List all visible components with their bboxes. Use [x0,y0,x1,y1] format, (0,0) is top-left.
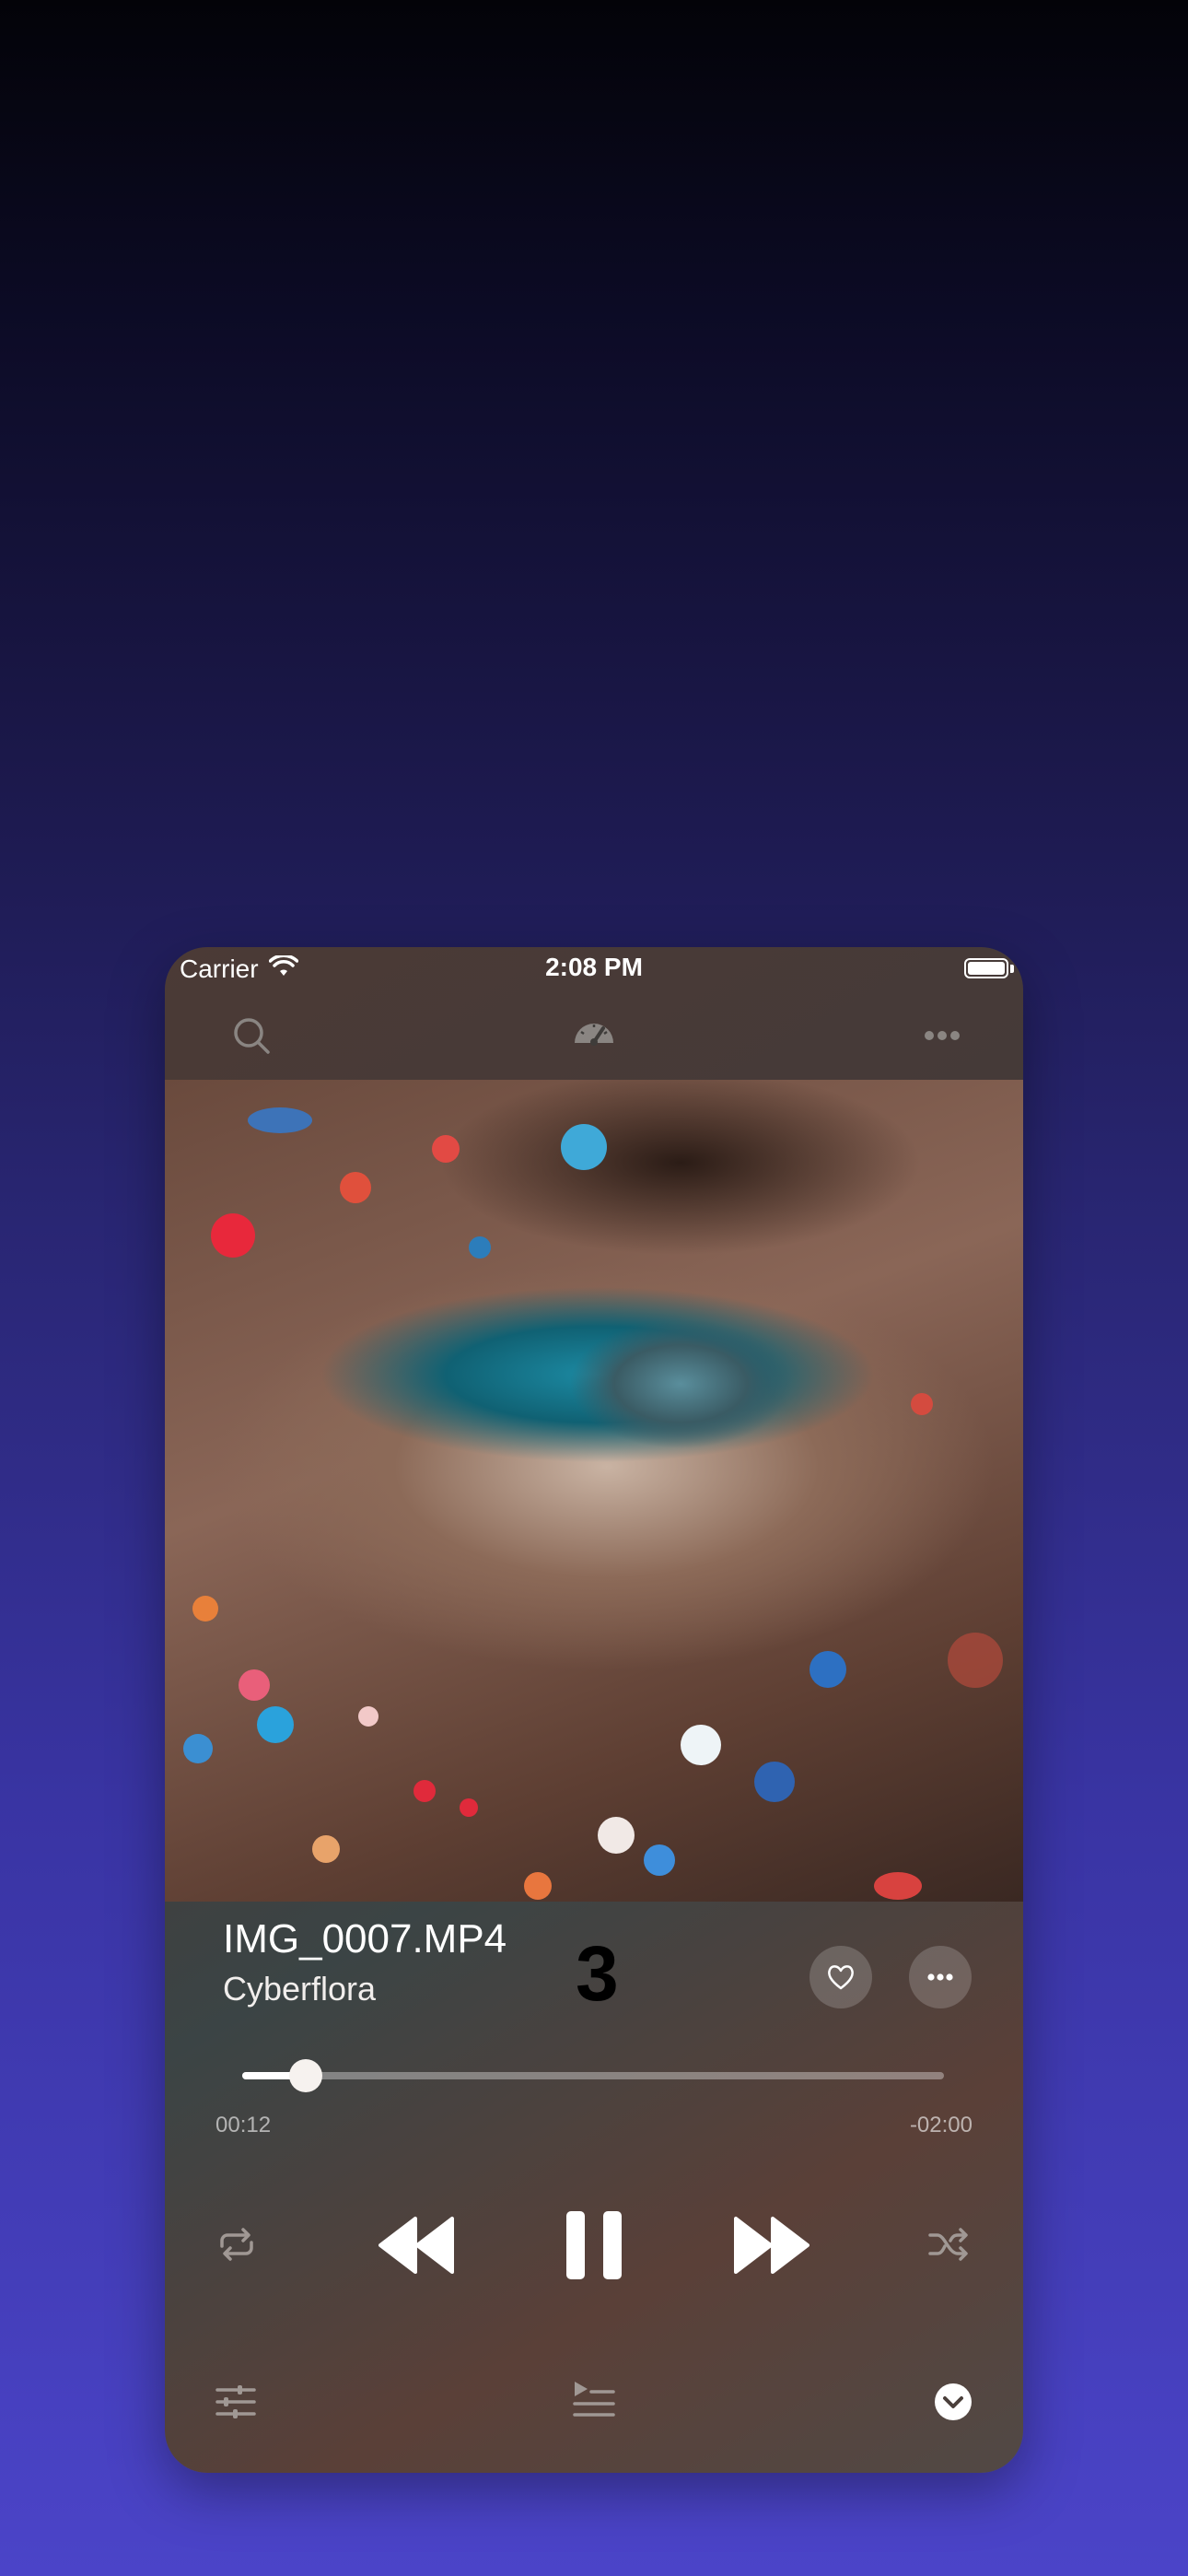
heart-icon [828,1965,854,1990]
pause-icon[interactable] [563,2209,625,2281]
queue-icon[interactable] [571,2379,615,2419]
speedometer-icon[interactable] [570,1012,618,1060]
status-time: 2:08 PM [545,953,643,981]
track-more-button[interactable] [909,1946,972,2008]
remaining-time: -02:00 [909,2113,973,2137]
elapsed-time: 00:12 [215,2113,272,2137]
fast-forward-icon[interactable] [732,2213,809,2277]
equalizer-icon[interactable] [215,2383,257,2421]
progress-slider[interactable] [242,2059,944,2092]
album-artwork [165,1080,1023,1902]
track-title: IMG_0007.MP4 [223,1916,507,1961]
top-toolbar [165,991,1023,1080]
overlay-number: 3 [576,1930,619,2017]
track-artist[interactable]: Cyberflora [223,1970,376,2008]
progress-knob[interactable] [288,2059,322,2092]
repeat-icon[interactable] [215,2226,259,2263]
collapse-icon[interactable] [934,2383,973,2421]
player-screen: Carrier 2:08 PM IMG_0007.MP4 Cyberflora … [165,947,1023,2473]
status-bar: Carrier 2:08 PM [165,947,1023,991]
shuffle-icon[interactable] [926,2226,971,2263]
more-horizontal-icon [927,1973,953,1981]
battery-icon [964,958,1008,978]
favorite-button[interactable] [809,1946,872,2008]
rewind-icon[interactable] [379,2213,456,2277]
search-icon[interactable] [227,1012,275,1060]
more-horizontal-icon[interactable] [918,1012,966,1060]
